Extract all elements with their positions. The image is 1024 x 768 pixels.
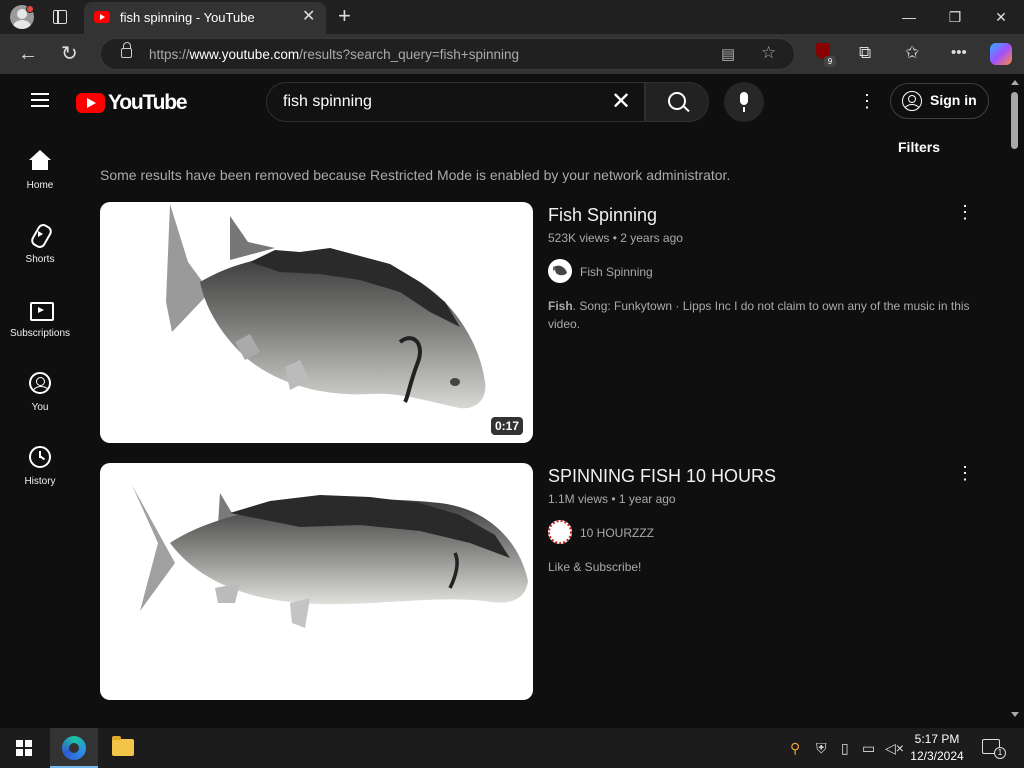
lock-icon[interactable]	[121, 42, 132, 58]
scroll-up-arrow-icon[interactable]	[1011, 80, 1019, 85]
clock-time: 5:17 PM	[914, 732, 960, 746]
search-button[interactable]	[645, 82, 709, 122]
browser-titlebar: fish spinning - YouTube ✕ + — ❐ ✕	[0, 0, 1024, 34]
subscriptions-icon	[29, 298, 54, 321]
volume-muted-icon[interactable]: ◁×	[885, 739, 904, 757]
back-icon[interactable]: ←	[18, 40, 38, 68]
channel-name[interactable]: 10 HOURZZZ	[580, 526, 654, 540]
notification-count-badge: 1	[994, 747, 1006, 759]
sign-in-button[interactable]: Sign in	[890, 83, 989, 119]
fish-thumbnail-image	[166, 204, 486, 409]
settings-menu-icon[interactable]: ⋮	[858, 91, 876, 111]
tab-title: fish spinning - YouTube	[120, 10, 255, 25]
ublock-badge: 9	[824, 56, 836, 67]
video-thumbnail[interactable]: 0:17	[100, 202, 533, 443]
youtube-header: YouTube fish spinning ✕ ⋮ Sign in	[4, 74, 1008, 130]
channel-avatar-image	[553, 265, 567, 276]
voice-search-button[interactable]	[724, 82, 764, 122]
url-prefix: https://	[149, 47, 190, 62]
fish-thumbnail-image	[132, 485, 528, 628]
favorites-icon[interactable]: ✩	[905, 42, 919, 64]
network-icon[interactable]: ▭	[862, 739, 875, 757]
battery-icon[interactable]: ▯	[841, 739, 849, 757]
page-scrollbar[interactable]	[1008, 74, 1022, 726]
video-title[interactable]: SPINNING FISH 10 HOURS	[548, 466, 776, 487]
favorite-star-icon[interactable]: ☆	[761, 43, 776, 63]
more-icon[interactable]: •••	[951, 42, 967, 64]
channel-avatar[interactable]	[548, 259, 572, 283]
history-icon	[29, 446, 51, 468]
url-text[interactable]: https://www.youtube.com/results?search_q…	[149, 47, 519, 62]
hamburger-menu-icon[interactable]	[31, 93, 49, 107]
scroll-down-arrow-icon[interactable]	[1011, 712, 1019, 717]
video-title[interactable]: Fish Spinning	[548, 205, 657, 226]
filters-button[interactable]: Filters	[898, 139, 940, 155]
youtube-play-icon	[76, 93, 105, 113]
clock-date: 12/3/2024	[910, 749, 964, 763]
description-highlight: Fish	[548, 299, 573, 313]
video-meta: 523K views • 2 years ago	[548, 231, 683, 245]
video-result[interactable]: 0:17 Fish Spinning 523K views • 2 years …	[100, 202, 980, 444]
sidebar-item-shorts[interactable]: Shorts	[4, 224, 76, 298]
start-icon[interactable]	[16, 740, 32, 756]
maximize-button[interactable]: ❐	[932, 4, 978, 30]
scrollbar-thumb[interactable]	[1011, 92, 1018, 149]
sidebar-item-label: Subscriptions	[9, 328, 71, 339]
refresh-icon[interactable]: ↻	[61, 40, 78, 68]
youtube-logo-text: YouTube	[108, 91, 188, 114]
video-description: Like & Subscribe!	[548, 560, 642, 574]
sidebar-item-label: History	[24, 476, 56, 487]
restricted-mode-notice: Some results have been removed because R…	[100, 167, 731, 183]
reader-view-icon[interactable]: ▤	[721, 45, 735, 63]
clear-search-icon[interactable]: ✕	[611, 88, 631, 116]
sidebar-item-label: Shorts	[25, 254, 55, 265]
address-bar[interactable]: https://www.youtube.com/results?search_q…	[100, 38, 795, 70]
sidebar-item-you[interactable]: You	[4, 372, 76, 446]
account-icon	[902, 91, 922, 111]
channel-name[interactable]: Fish Spinning	[580, 265, 653, 279]
minimize-button[interactable]: —	[886, 4, 932, 30]
search-input-value[interactable]: fish spinning	[283, 93, 372, 111]
sidebar-item-label: Home	[26, 180, 54, 191]
taskbar-edge-button[interactable]	[50, 728, 98, 768]
channel-avatar[interactable]	[548, 520, 572, 544]
url-path: /results?search_query=fish+spinning	[299, 47, 519, 62]
browser-toolbar: ← ↻ https://www.youtube.com/results?sear…	[0, 34, 1024, 74]
defender-icon[interactable]: ⛨	[816, 739, 827, 757]
video-duration: 0:17	[490, 417, 523, 435]
copilot-icon[interactable]	[990, 43, 1012, 65]
video-result[interactable]: SPINNING FISH 10 HOURS 1.1M views • 1 ye…	[100, 463, 980, 701]
file-explorer-icon[interactable]	[112, 736, 134, 756]
you-icon	[29, 372, 51, 394]
url-domain: www.youtube.com	[189, 47, 300, 62]
video-thumbnail[interactable]	[100, 463, 533, 700]
extensions-icon[interactable]: ⧉	[859, 42, 871, 64]
edge-icon	[62, 736, 86, 760]
channel-avatar-image	[548, 520, 572, 544]
windows-taskbar: ⚲ ⛨ ▯ ▭ ◁× 5:17 PM 12/3/2024 1	[0, 728, 1024, 768]
video-description: Fish. Song: Funkytown · Lipps Inc I do n…	[548, 297, 978, 333]
sidebar-item-label: You	[31, 402, 49, 413]
video-meta: 1.1M views • 1 year ago	[548, 492, 676, 506]
sidebar-item-home[interactable]: Home	[4, 150, 76, 224]
shorts-icon	[29, 224, 51, 246]
sidebar-item-subscriptions[interactable]: Subscriptions	[4, 298, 76, 372]
video-menu-icon[interactable]: ⋮	[956, 463, 974, 483]
search-input[interactable]: fish spinning ✕	[266, 82, 645, 122]
new-tab-button[interactable]: +	[338, 4, 351, 28]
tab-actions-icon[interactable]	[53, 10, 67, 24]
system-clock[interactable]: 5:17 PM 12/3/2024	[906, 731, 968, 765]
close-window-button[interactable]: ✕	[978, 4, 1024, 30]
youtube-favicon-icon	[94, 11, 110, 23]
sign-in-label: Sign in	[930, 92, 977, 108]
profile-status-dot	[26, 5, 34, 13]
video-menu-icon[interactable]: ⋮	[956, 202, 974, 222]
search-tray-icon[interactable]: ⚲	[790, 739, 800, 757]
home-icon	[29, 150, 51, 172]
sidebar-item-history[interactable]: History	[4, 446, 76, 520]
description-text: . Song: Funkytown · Lipps Inc I do not c…	[548, 299, 970, 331]
tab-close-icon[interactable]: ✕	[302, 8, 315, 26]
browser-tab[interactable]: fish spinning - YouTube ✕	[84, 2, 326, 34]
